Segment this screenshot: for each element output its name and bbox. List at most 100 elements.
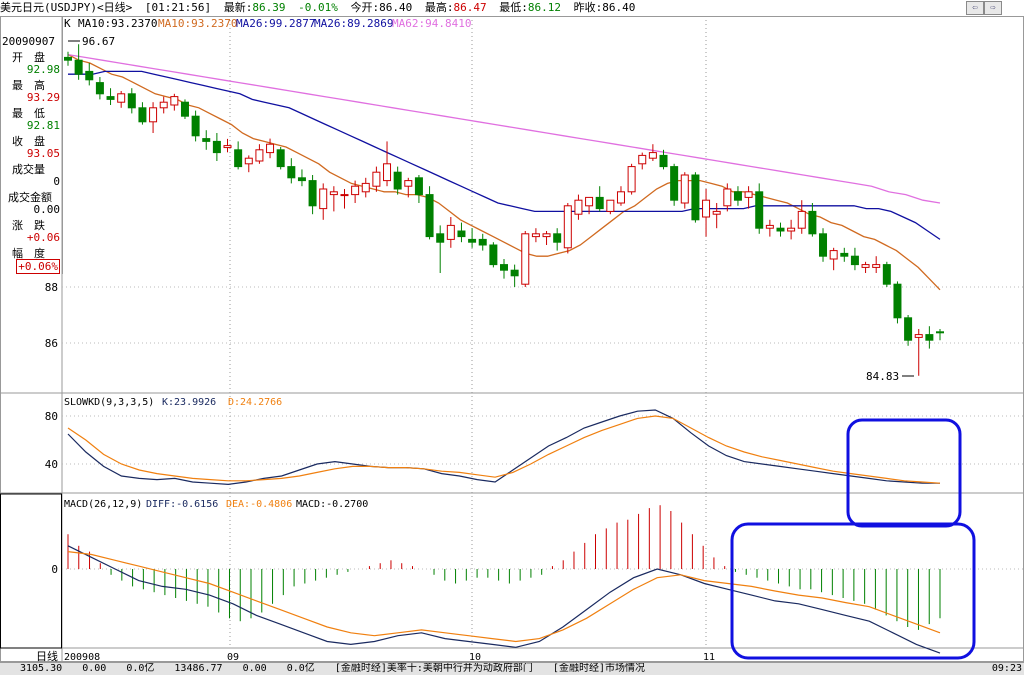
candle-body xyxy=(117,93,126,103)
grid-vertical xyxy=(229,16,707,648)
low-marker-label: 84.83 xyxy=(866,370,899,383)
candle-body xyxy=(95,82,104,95)
candle-body xyxy=(819,233,828,257)
candle-body xyxy=(340,194,349,197)
candle-body xyxy=(797,210,806,229)
candle-body xyxy=(149,107,158,123)
candle-body xyxy=(244,157,253,165)
kd-lines xyxy=(67,409,941,486)
candle-body xyxy=(553,233,562,243)
candle-body xyxy=(436,233,445,243)
candle-body xyxy=(595,196,604,210)
candle-body xyxy=(882,264,891,285)
legend-ma10b: MA10:93.2370 xyxy=(158,17,237,30)
candle-body xyxy=(808,210,817,235)
candle-body xyxy=(829,250,838,260)
highlight-box-kd xyxy=(846,418,962,528)
macd-macd-value: MACD:-0.2700 xyxy=(296,499,368,510)
status-bar: 3105.30 0.00 0.0亿 13486.77 0.00 0.0亿 [金融… xyxy=(0,662,1024,675)
candle-body xyxy=(616,191,625,204)
low-label: 最低: xyxy=(499,1,528,14)
prev-arrow-button[interactable]: ⇦ xyxy=(966,1,984,15)
status-item-2: 0.00 xyxy=(82,663,107,674)
candle-body xyxy=(925,334,934,341)
arrow-left-icon: ⇦ xyxy=(972,3,978,13)
candle-body xyxy=(64,56,72,61)
quote-time: [01:21:56] xyxy=(144,1,212,14)
candle-body xyxy=(606,199,615,212)
status-item-6: 0.0亿 xyxy=(286,663,315,674)
candle-body xyxy=(648,152,657,159)
news-ticker-1[interactable]: [金融时经]美率十:美朝中行并为动政府部门 xyxy=(335,663,533,674)
candle-body xyxy=(106,96,115,100)
candle-body xyxy=(542,233,551,238)
kd-tick-40: 40 xyxy=(45,458,58,471)
candle-body xyxy=(850,255,859,266)
price-tick-88: 88 xyxy=(45,281,58,294)
title-bar: 美元日元(USDJPY)<日线> [01:21:56] 最新:86.39 -0.… xyxy=(0,0,1024,16)
candle-body xyxy=(936,331,944,334)
candle-body xyxy=(351,185,360,196)
highlight-box-macd xyxy=(730,522,976,660)
status-clock: 09:23 xyxy=(991,663,1022,674)
candle-body xyxy=(361,182,370,193)
news-ticker-2[interactable]: [金融时经]市场情况 xyxy=(553,663,645,674)
candle-body xyxy=(372,171,381,187)
chart-area[interactable]: K MA10:93.2370 MA10:93.2370 MA26:99.2877… xyxy=(0,16,1024,662)
high-value: 86.47 xyxy=(453,1,487,14)
legend-ma62: MA62:94.8410 xyxy=(392,17,471,30)
candle-body xyxy=(861,264,870,268)
latest-label: 最新: xyxy=(223,1,253,14)
legend-ma26a: MA26:99.2877 xyxy=(236,17,315,30)
candle-body xyxy=(287,166,296,179)
candle-body xyxy=(159,101,168,109)
candle-body xyxy=(563,205,572,249)
status-item-4: 13486.77 xyxy=(174,663,223,674)
legend-k: K xyxy=(64,17,71,30)
candle-body xyxy=(446,224,455,240)
candle-body xyxy=(425,194,434,238)
candlestick-series xyxy=(64,44,944,376)
open-label: 今开: xyxy=(350,1,380,14)
prev-label: 昨收: xyxy=(573,1,603,14)
kd-tick-80: 80 xyxy=(45,410,58,423)
kd-d-value: D:24.2766 xyxy=(228,397,282,408)
candle-body xyxy=(138,107,147,123)
moving-average-lines xyxy=(67,53,941,291)
macd-lines xyxy=(67,545,941,654)
low-marker: 84.83 xyxy=(866,370,914,383)
candle-body xyxy=(787,227,796,232)
high-marker: 96.67 xyxy=(68,35,115,48)
price-tick-86: 86 xyxy=(45,337,58,350)
candle-body xyxy=(127,93,136,109)
candle-body xyxy=(574,199,583,215)
x-tick-10: 10 xyxy=(469,652,481,662)
candle-body xyxy=(914,334,923,338)
candle-body xyxy=(872,264,881,268)
candle-body xyxy=(627,166,636,193)
macd-line-dea xyxy=(67,551,941,643)
candle-body xyxy=(223,145,232,149)
candle-body xyxy=(393,171,402,190)
candle-body xyxy=(755,191,764,229)
x-tick-200908: 200908 xyxy=(64,652,100,662)
candle-body xyxy=(297,177,306,182)
candle-body xyxy=(702,199,711,218)
candle-body xyxy=(733,191,742,201)
prev-value: 86.40 xyxy=(602,1,636,14)
candle-body xyxy=(531,233,540,238)
macd-diff-value: DIFF:-0.6156 xyxy=(146,499,218,510)
candle-body xyxy=(765,224,774,229)
candle-body xyxy=(404,180,413,187)
candle-body xyxy=(234,149,243,168)
macd-dea-value: DEA:-0.4806 xyxy=(226,499,292,510)
candle-body xyxy=(180,101,189,117)
kd-line-k xyxy=(67,409,940,486)
ma-line-ma10 xyxy=(67,54,941,291)
candle-body xyxy=(489,244,498,266)
candle-body xyxy=(500,264,508,271)
period-label: 日线 xyxy=(36,649,58,662)
kd-k-value: K:23.9926 xyxy=(162,397,216,408)
legend-ma26b: MA26:89.2869 xyxy=(314,17,393,30)
next-arrow-button[interactable]: ⇨ xyxy=(984,1,1002,15)
